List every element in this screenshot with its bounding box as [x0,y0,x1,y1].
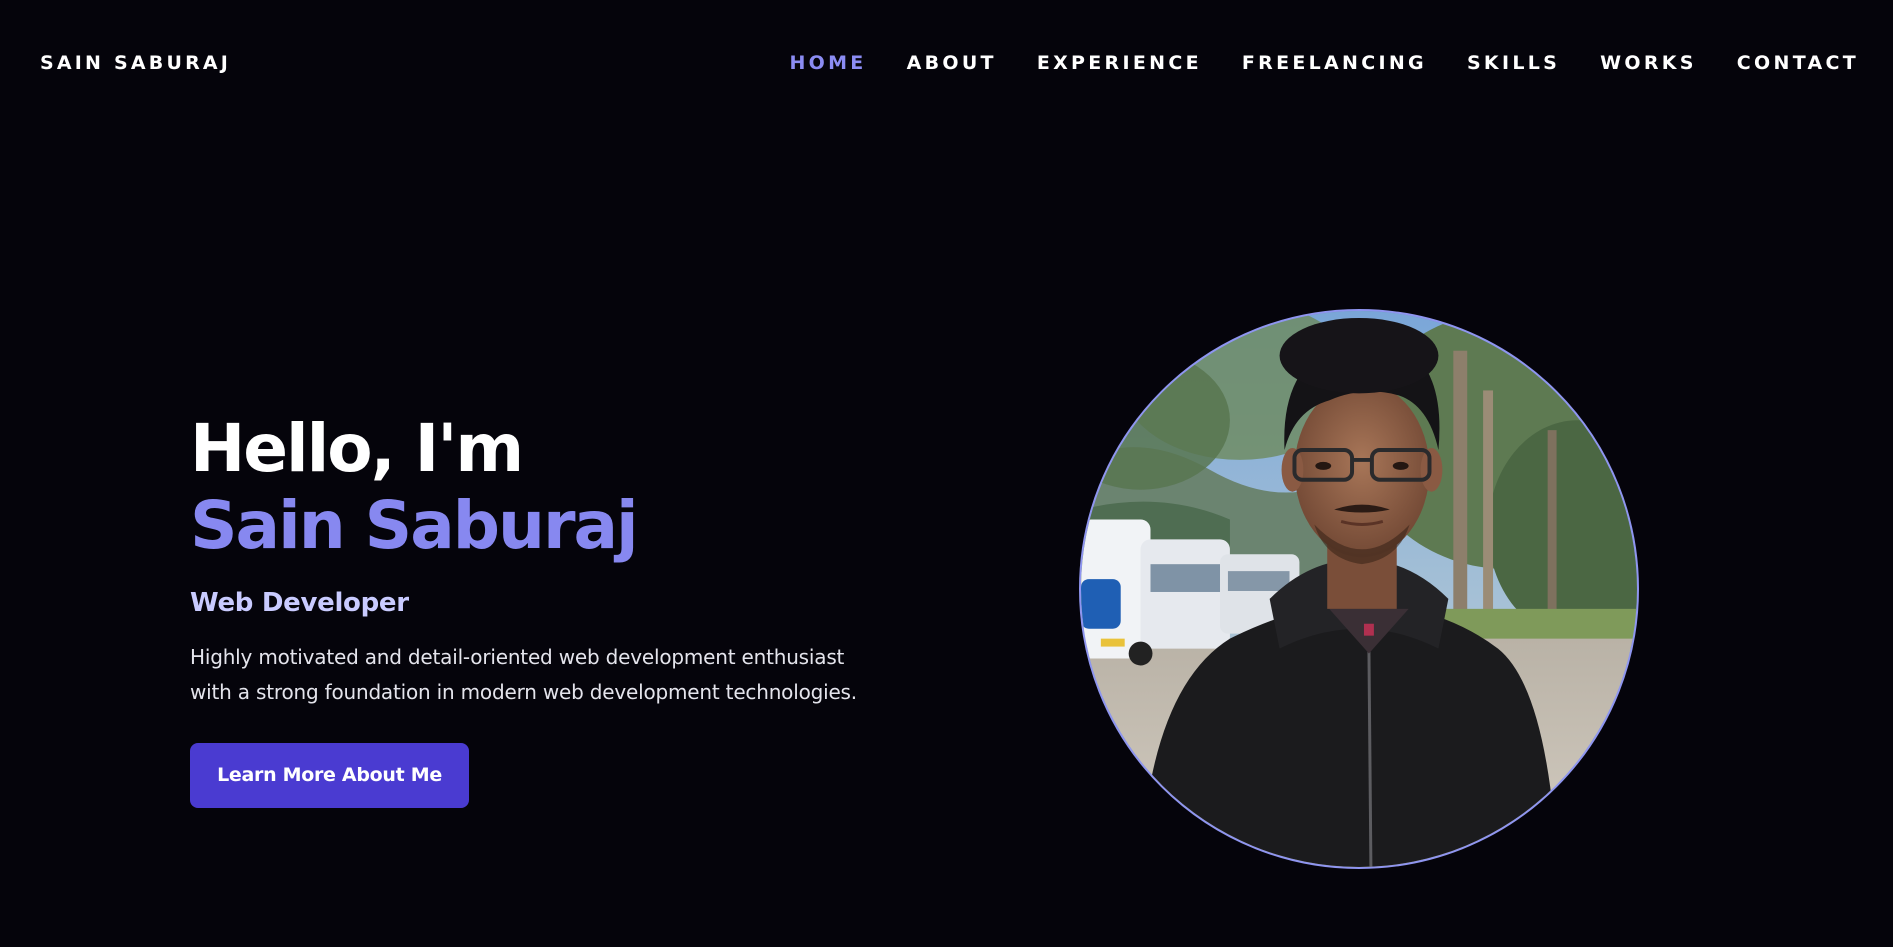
nav-item-home: HOME [789,51,866,75]
nav-link-works[interactable]: WORKS [1600,52,1697,74]
hero-role: Web Developer [190,588,409,618]
brand-logo-link[interactable]: SAIN SABURAJ [40,51,231,75]
nav-item-contact: CONTACT [1737,51,1859,75]
nav-link-freelancing[interactable]: FREELANCING [1242,52,1427,74]
nav-item-works: WORKS [1600,51,1697,75]
hero-name: Sain Saburaj [190,487,639,564]
nav-link-experience[interactable]: EXPERIENCE [1037,52,1202,74]
nav-item-about: ABOUT [907,51,997,75]
nav-link-about[interactable]: ABOUT [907,52,997,74]
nav-links: HOME ABOUT EXPERIENCE FREELANCING SKILLS… [749,51,1859,75]
learn-more-button[interactable]: Learn More About Me [190,743,469,808]
nav-link-contact[interactable]: CONTACT [1737,52,1859,74]
nav-link-home[interactable]: HOME [789,52,866,74]
navbar: SAIN SABURAJ HOME ABOUT EXPERIENCE FREEL… [0,0,1893,126]
profile-photo-illustration [1081,311,1637,867]
nav-item-freelancing: FREELANCING [1242,51,1427,75]
hero-greeting: Hello, I'm [190,410,524,487]
nav-item-skills: SKILLS [1467,51,1560,75]
profile-photo [1079,309,1639,869]
nav-link-skills[interactable]: SKILLS [1467,52,1560,74]
nav-item-experience: EXPERIENCE [1037,51,1202,75]
hero-intro: Hello, I'm Sain Saburaj Web Developer Hi… [190,410,910,808]
hero-description: Highly motivated and detail-oriented web… [190,645,857,704]
